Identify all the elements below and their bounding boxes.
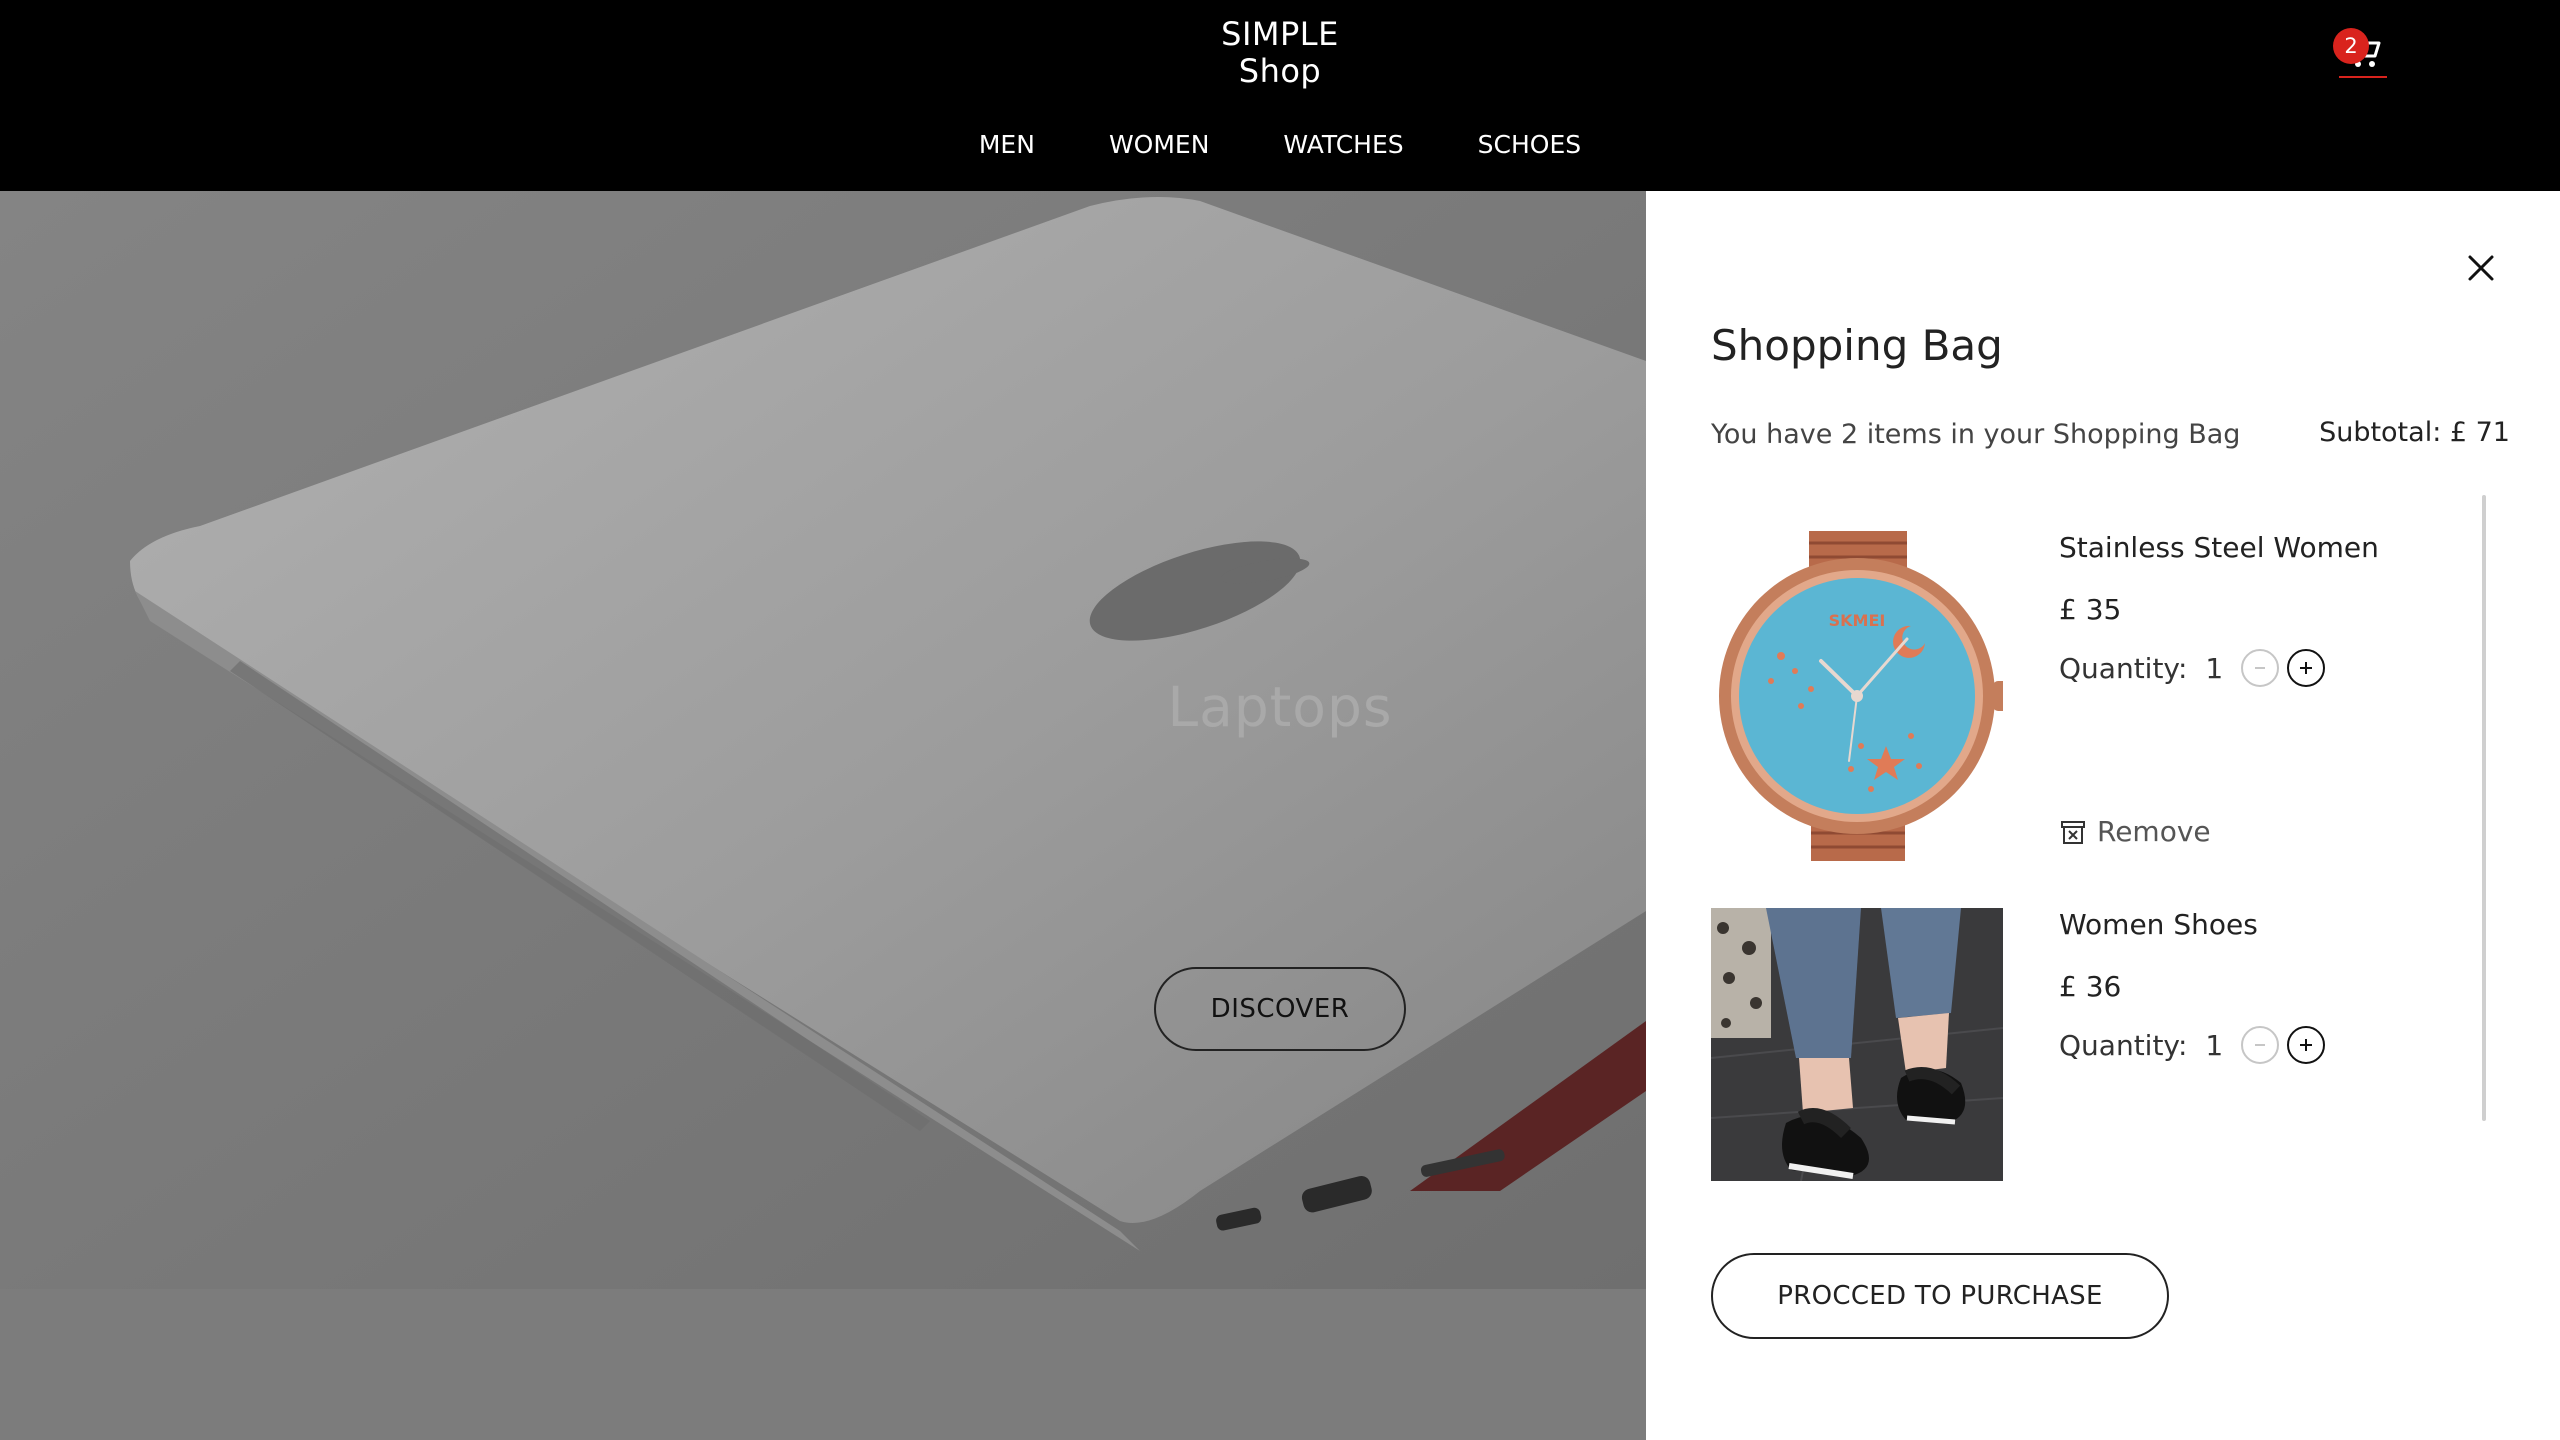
cart-count-badge: 2 [2333,28,2369,64]
bag-item: Women Shoes £ 36 Quantity: 1 [1711,908,2471,1183]
bag-subtotal: Subtotal: £ 71 [2319,417,2510,448]
item-image-shoes[interactable] [1711,908,2003,1181]
quantity-label: Quantity: [2059,1028,2188,1062]
nav-item-men[interactable]: MEN [942,126,1072,164]
main-nav: MEN WOMEN WATCHES SCHOES [0,126,2560,164]
bag-item-count: You have 2 items in your Shopping Bag [1711,419,2241,450]
close-icon [2468,255,2494,281]
page-background [0,1289,1646,1440]
decrease-quantity-button[interactable] [2241,649,2280,687]
bag-item: SKMEI Stainless Steel Women £ 35 Quantit… [1711,531,2471,861]
cart-button[interactable]: 2 [2333,26,2387,80]
plus-icon [2300,662,2313,674]
increase-quantity-button[interactable] [2287,1026,2326,1064]
plus-icon [2300,1039,2313,1051]
svg-text:SKMEI: SKMEI [1829,611,1886,630]
proceed-to-purchase-button[interactable]: PROCCED TO PURCHASE [1711,1253,2169,1339]
watch-image: SKMEI [1711,531,2003,861]
decrease-quantity-button[interactable] [2241,1026,2280,1064]
quantity-value: 1 [2205,1028,2224,1062]
item-image-watch[interactable]: SKMEI [1711,531,2003,861]
hero-title: Laptops [1167,675,1393,739]
shopping-bag-panel: Shopping Bag You have 2 items in your Sh… [1646,191,2560,1440]
scrollbar[interactable] [2482,495,2486,1121]
site-logo[interactable]: SIMPLE Shop [0,16,2560,90]
shoes-image [1711,908,2003,1181]
trash-icon [2061,820,2085,844]
increase-quantity-button[interactable] [2287,649,2326,687]
remove-label: Remove [2097,815,2211,848]
quantity-stepper: Quantity: 1 [2059,1026,2333,1064]
nav-item-watches[interactable]: WATCHES [1246,126,1440,164]
laptop-image [0,191,1646,1289]
item-price: £ 36 [2059,970,2122,1003]
quantity-stepper: Quantity: 1 [2059,649,2333,687]
minus-icon [2255,1044,2266,1046]
remove-item-button[interactable]: Remove [2059,815,2211,848]
bag-title: Shopping Bag [1711,321,2003,370]
minus-icon [2255,667,2266,669]
nav-item-women[interactable]: WOMEN [1072,126,1246,164]
hero-banner: Laptops DISCOVER [0,191,1646,1289]
logo-line-2: Shop [1238,52,1322,90]
cart-underline [2339,76,2387,78]
quantity-value: 1 [2205,651,2224,685]
site-header: SIMPLE Shop MEN WOMEN WATCHES SCHOES 2 [0,0,2560,191]
quantity-label: Quantity: [2059,651,2188,685]
item-name[interactable]: Women Shoes [2059,908,2258,941]
item-name[interactable]: Stainless Steel Women [2059,531,2379,564]
item-price: £ 35 [2059,593,2122,626]
discover-button[interactable]: DISCOVER [1154,967,1406,1051]
close-bag-button[interactable] [2456,243,2506,293]
logo-line-1: SIMPLE [1221,15,1339,53]
nav-item-schoes[interactable]: SCHOES [1441,126,1618,164]
